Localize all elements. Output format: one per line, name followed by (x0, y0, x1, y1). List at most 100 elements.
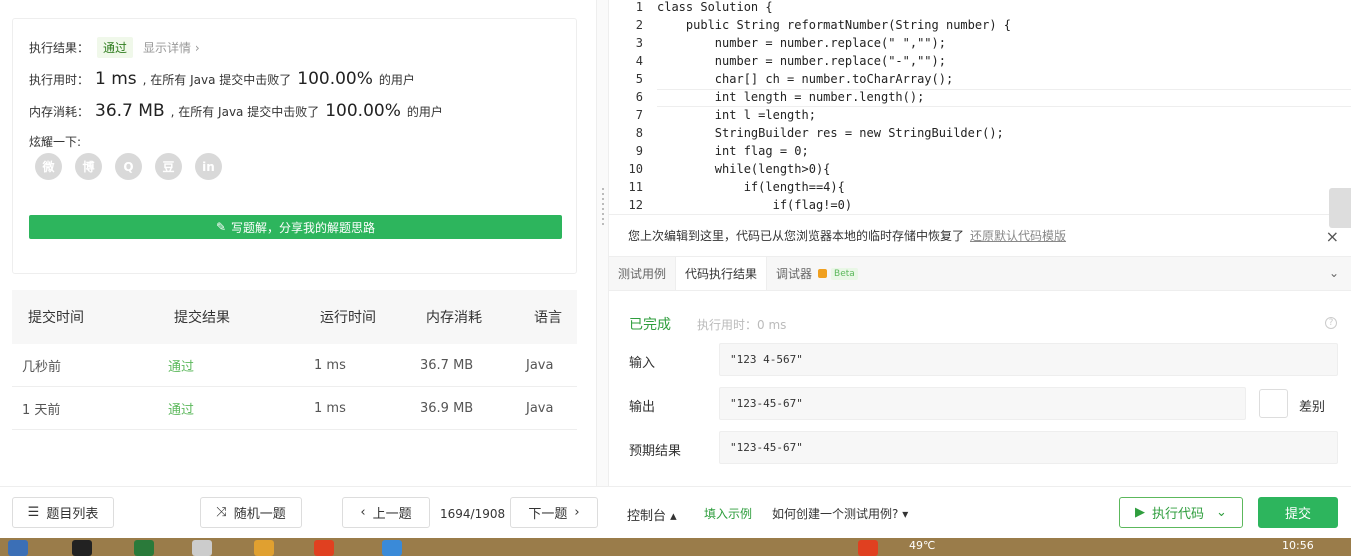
code-line: number = number.replace(" ",""); (657, 36, 946, 50)
diff-label: 差别 (1299, 400, 1326, 415)
qq-app-icon[interactable] (72, 540, 92, 556)
submissions-table: 提交时间 提交结果 运行时间 内存消耗 语言 几秒前 通过 1 ms 36.7 … (12, 290, 577, 430)
os-taskbar: 49℃ 10:56 (0, 538, 1351, 556)
editor-panel: 1 2 3 4 5 6 7 8 9 10 11 12 class Solutio… (609, 0, 1351, 486)
write-solution-label: 写题解，分享我的解题思路 (231, 220, 376, 235)
tab-run-result[interactable]: 代码执行结果 (675, 257, 768, 290)
drag-handle-icon[interactable] (602, 188, 604, 228)
list-icon: ☰ (27, 505, 40, 520)
help-icon[interactable]: ? (1325, 317, 1337, 329)
col-submit-result: 提交结果 (174, 310, 230, 326)
runtime-stat: 执行用时： 1 ms , 在所有 Java 提交中击败了 100.00% 的用户 (29, 69, 415, 89)
input-label: 输入 (629, 356, 656, 371)
app-icon[interactable] (382, 540, 402, 556)
memory-beat-suffix: 的用户 (406, 105, 443, 119)
table-header: 提交时间 提交结果 运行时间 内存消耗 语言 (12, 290, 577, 344)
runtime-beat-prefix: , 在所有 Java 提交中击败了 (142, 73, 292, 87)
chrome-icon[interactable] (254, 540, 274, 556)
line-number: 12 (628, 198, 643, 212)
diff-toggle[interactable] (1259, 389, 1288, 418)
line-number: 11 (628, 180, 643, 194)
restore-default-link[interactable]: 还原默认代码模版 (970, 227, 1066, 244)
howto-testcase-link[interactable]: 如何创建一个测试用例? ▾ (772, 505, 908, 522)
code-editor[interactable]: 1 2 3 4 5 6 7 8 9 10 11 12 class Solutio… (609, 0, 1351, 214)
prev-problem-button[interactable]: ‹ 上一题 (342, 497, 430, 528)
line-number: 7 (635, 108, 643, 122)
runtime-beat-suffix: 的用户 (378, 73, 415, 87)
tab-debugger-label: 调试器 (776, 267, 813, 281)
output-label: 输出 (629, 400, 656, 415)
result-label: 执行结果： (29, 41, 90, 55)
row-result[interactable]: 通过 (168, 356, 194, 375)
line-number: 1 (635, 0, 643, 14)
submit-button[interactable]: 提交 (1258, 497, 1338, 528)
clock: 10:56 (1282, 539, 1314, 552)
show-details-link[interactable]: 显示详情 › (143, 39, 200, 56)
restore-notice: 您上次编辑到这里，代码已从您浏览器本地的临时存储中恢复了 还原默认代码模版 × (609, 214, 1351, 256)
run-code-button[interactable]: ▶ 执行代码 ⌄ (1119, 497, 1243, 528)
howto-testcase-label: 如何创建一个测试用例? (772, 507, 899, 521)
tray-app-icon[interactable] (858, 540, 878, 556)
start-icon[interactable] (8, 540, 28, 556)
row-language: Java (526, 400, 554, 416)
input-value: "123 4-567" (719, 343, 1338, 376)
app-icon[interactable] (314, 540, 334, 556)
line-number: 9 (635, 144, 643, 158)
app-icon[interactable] (192, 540, 212, 556)
row-time: 几秒前 (22, 359, 62, 375)
run-code-label: 执行代码 (1152, 507, 1205, 522)
line-number: 10 (628, 162, 643, 176)
problem-counter: 1694/1908 (440, 507, 506, 521)
code-line: StringBuilder res = new StringBuilder(); (657, 126, 1004, 140)
lock-icon (818, 269, 828, 278)
line-gutter: 1 2 3 4 5 6 7 8 9 10 11 12 (609, 0, 649, 214)
random-problem-label: 随机一题 (233, 507, 286, 522)
problem-list-label: 题目列表 (46, 507, 99, 522)
douban-icon[interactable]: 豆 (155, 153, 182, 180)
chevron-left-icon: ‹ (360, 505, 366, 520)
tab-debugger[interactable]: 调试器 Beta (767, 257, 867, 290)
tab-testcase[interactable]: 测试用例 (609, 257, 675, 290)
row-language: Java (526, 357, 554, 373)
chevron-down-icon[interactable]: ⌄ (1329, 266, 1339, 280)
caret-down-icon: ▾ (902, 507, 909, 521)
next-problem-label: 下一题 (528, 507, 568, 522)
output-value: "123-45-67" (719, 387, 1246, 420)
random-problem-button[interactable]: ⤨ 随机一题 (200, 497, 302, 528)
panel-splitter[interactable] (596, 0, 609, 486)
line-number: 8 (635, 126, 643, 140)
status-badge: 通过 (97, 37, 134, 58)
write-solution-button[interactable]: ✎ 写题解，分享我的解题思路 (29, 215, 562, 239)
memory-stat: 内存消耗： 36.7 MB , 在所有 Java 提交中击败了 100.00% … (29, 101, 443, 121)
table-row[interactable]: 1 天前 通过 1 ms 36.9 MB Java (12, 387, 577, 430)
row-result[interactable]: 通过 (168, 399, 194, 418)
security-app-icon[interactable] (134, 540, 154, 556)
linkedin-icon[interactable]: in (195, 153, 222, 180)
feedback-edge-tab[interactable] (1329, 188, 1351, 228)
fill-examples-link[interactable]: 填入示例 (704, 505, 752, 522)
memory-value: 36.7 MB (95, 101, 165, 121)
weibo-icon[interactable]: 博 (75, 153, 102, 180)
close-icon[interactable]: × (1326, 227, 1339, 246)
wechat-icon[interactable]: 微 (35, 153, 62, 180)
shuffle-icon: ⤨ (216, 505, 227, 520)
result-card: 执行结果： 通过 显示详情 › 执行用时： 1 ms , 在所有 Java 提交… (12, 18, 577, 274)
run-runtime: 执行用时：0 ms (697, 318, 787, 332)
memory-beat-prefix: , 在所有 Java 提交中击败了 (170, 105, 320, 119)
memory-percent: 100.00% (325, 101, 401, 121)
code-line: while(length>0){ (657, 162, 831, 176)
code-line: char[] ch = number.toCharArray(); (657, 72, 954, 86)
play-icon: ▶ (1135, 505, 1146, 520)
memory-label: 内存消耗： (29, 105, 90, 119)
console-toggle[interactable]: 控制台 ▴ (627, 505, 677, 524)
next-problem-button[interactable]: 下一题 › (510, 497, 598, 528)
row-runtime: 1 ms (314, 357, 346, 373)
code-line: int l =length; (657, 108, 816, 122)
problem-list-button[interactable]: ☰ 题目列表 (12, 497, 114, 528)
line-number: 4 (635, 54, 643, 68)
table-row[interactable]: 几秒前 通过 1 ms 36.7 MB Java (12, 344, 577, 387)
qq-icon[interactable]: Q (115, 153, 142, 180)
line-number: 6 (635, 90, 643, 104)
col-runtime: 运行时间 (320, 310, 376, 326)
console-tabs: 测试用例 代码执行结果 调试器 Beta ⌄ (609, 256, 1351, 291)
